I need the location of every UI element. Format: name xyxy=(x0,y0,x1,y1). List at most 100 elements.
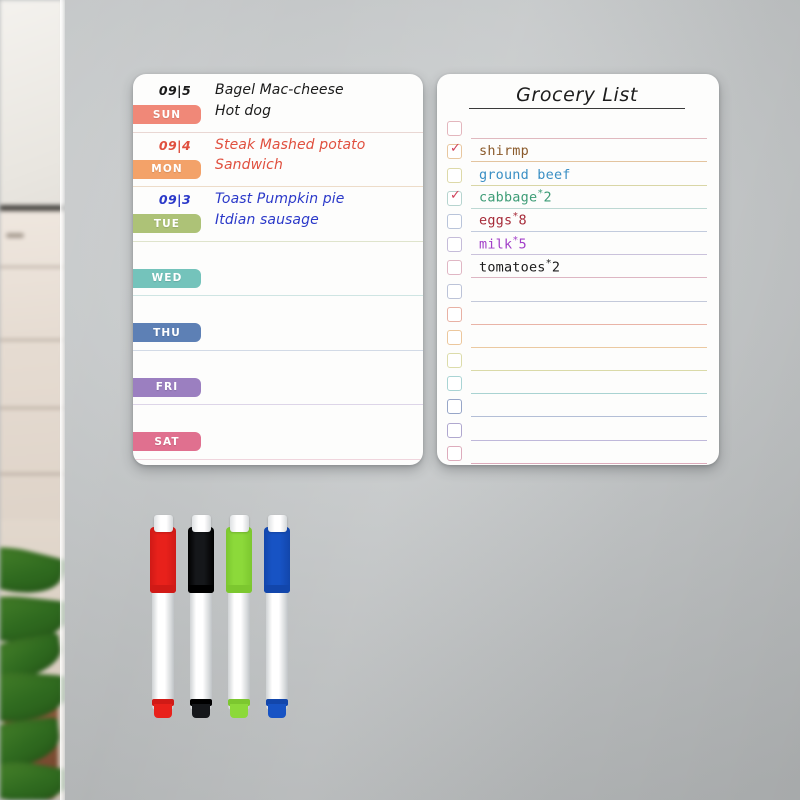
planner-day-row[interactable]: WED xyxy=(133,242,423,296)
marker-cap xyxy=(150,527,176,593)
grocery-list-item[interactable] xyxy=(447,347,707,372)
planner-day-tab-thu: THU xyxy=(133,323,201,342)
grocery-list-item[interactable] xyxy=(447,370,707,395)
grocery-list-item[interactable]: eggs*8 xyxy=(447,209,707,232)
grocery-item-text: eggs*8 xyxy=(479,211,527,229)
grocery-list-item[interactable] xyxy=(447,277,707,302)
grocery-checkbox[interactable] xyxy=(447,376,462,392)
grocery-list-item[interactable] xyxy=(447,416,707,441)
grocery-checkbox[interactable] xyxy=(447,445,462,461)
grocery-list-item[interactable]: ✓ cabbage*2 xyxy=(447,186,707,209)
planner-date-label: 09|4 xyxy=(158,137,192,153)
planner-day-tab-tue: TUE xyxy=(133,214,201,233)
planner-day-row[interactable]: THU xyxy=(133,296,423,351)
grocery-write-line[interactable] xyxy=(471,440,707,464)
check-icon: ✓ xyxy=(450,141,461,157)
grocery-checkbox[interactable] xyxy=(447,306,462,322)
weekly-planner-board[interactable]: 09|5 SUN Bagel Mac-cheese Hot dog 09|4 MON Ste… xyxy=(133,74,423,465)
grocery-checkbox[interactable] xyxy=(447,167,462,183)
grocery-checkbox[interactable] xyxy=(447,260,462,276)
marker-cap-ring xyxy=(150,585,176,593)
grocery-checkbox[interactable] xyxy=(447,121,462,137)
grocery-list-item[interactable] xyxy=(447,325,707,348)
green-marker[interactable] xyxy=(226,513,254,719)
grocery-write-line[interactable]: cabbage*2 xyxy=(471,185,707,209)
grocery-list-board[interactable]: Grocery List ✓ shirmp ground beef ✓ cabbage*… xyxy=(437,74,719,465)
grocery-checkbox[interactable] xyxy=(447,353,462,369)
marker-barrel xyxy=(266,585,288,710)
grocery-inner: Grocery List ✓ shirmp ground beef ✓ cabbage*… xyxy=(437,74,719,465)
planner-day-row[interactable]: 09|5 SUN Bagel Mac-cheese Hot dog xyxy=(133,78,423,133)
grocery-checkbox[interactable]: ✓ xyxy=(447,187,462,206)
grocery-list-item[interactable] xyxy=(447,115,707,140)
marker-barrel xyxy=(190,585,212,710)
grocery-write-line[interactable] xyxy=(471,416,707,441)
grocery-item-text: ground beef xyxy=(479,166,571,183)
grocery-write-line[interactable] xyxy=(471,370,707,395)
grocery-write-line[interactable] xyxy=(471,324,707,348)
marker-eraser-cap xyxy=(192,515,211,532)
room-background xyxy=(0,0,63,800)
planner-day-row[interactable]: FRI xyxy=(133,351,423,405)
grocery-item-text: tomatoes*2 xyxy=(479,257,561,276)
grocery-list-item[interactable] xyxy=(447,441,707,464)
marker-tip xyxy=(268,704,286,718)
planner-row-divider xyxy=(133,458,423,460)
grocery-write-line[interactable]: eggs*8 xyxy=(471,208,707,232)
grocery-write-line[interactable] xyxy=(471,301,707,325)
grocery-write-line[interactable]: shirmp xyxy=(471,138,707,163)
grocery-list-item[interactable]: ground beef xyxy=(447,161,707,186)
red-marker[interactable] xyxy=(150,513,178,719)
check-icon: ✓ xyxy=(450,187,461,203)
marker-cap-ring xyxy=(226,585,252,593)
planner-day-tab-fri: FRI xyxy=(133,377,201,397)
grocery-write-line[interactable]: tomatoes*2 xyxy=(471,254,707,279)
marker-cap-ring xyxy=(264,585,290,593)
grocery-write-line[interactable]: ground beef xyxy=(471,161,707,186)
planner-meal-entries[interactable]: Toast Pumpkin pie Itdian sausage xyxy=(215,189,415,230)
planner-date-label: 09|3 xyxy=(158,192,192,207)
grocery-list-title: Grocery List xyxy=(469,84,685,109)
grocery-checkbox[interactable] xyxy=(447,283,462,299)
planner-meal-line: Hot dog xyxy=(215,102,272,119)
grocery-checkbox[interactable] xyxy=(447,329,462,345)
planner-day-row[interactable]: 09|4 MON Steak Mashed potato Sandwich xyxy=(133,133,423,187)
grocery-write-line[interactable]: milk*5 xyxy=(471,231,707,256)
marker-barrel xyxy=(152,585,174,710)
grocery-write-line[interactable] xyxy=(471,115,707,140)
marker-eraser-cap xyxy=(268,515,287,532)
blue-marker[interactable] xyxy=(264,513,292,719)
grocery-list-item[interactable]: ✓ shirmp xyxy=(447,138,707,163)
black-marker[interactable] xyxy=(188,513,216,719)
planner-day-row[interactable]: SAT xyxy=(133,405,423,460)
marker-eraser-cap xyxy=(230,515,249,532)
marker-tip xyxy=(154,704,172,718)
grocery-write-line[interactable] xyxy=(471,347,707,372)
grocery-checkbox[interactable] xyxy=(447,399,462,415)
planner-meal-entries[interactable]: Steak Mashed potato Sandwich xyxy=(215,135,415,176)
marker-eraser-cap xyxy=(154,515,173,532)
grocery-checkbox[interactable] xyxy=(447,422,462,438)
marker-cap xyxy=(188,527,214,593)
grocery-rows: ✓ shirmp ground beef ✓ cabbage*2 eggs*8 milk*5… xyxy=(447,116,707,464)
planner-meal-entries[interactable]: Bagel Mac-cheese Hot dog xyxy=(215,80,415,121)
grocery-checkbox[interactable] xyxy=(447,237,462,253)
grocery-item-text: milk*5 xyxy=(479,234,527,253)
grocery-list-item[interactable]: tomatoes*2 xyxy=(447,254,707,279)
marker-tip xyxy=(192,704,210,718)
grocery-checkbox[interactable] xyxy=(447,213,462,229)
grocery-write-line[interactable] xyxy=(471,277,707,302)
product-photo-scene: 09|5 SUN Bagel Mac-cheese Hot dog 09|4 MON Ste… xyxy=(0,0,800,800)
grocery-list-item[interactable]: milk*5 xyxy=(447,231,707,256)
planner-meal-line: Bagel Mac-cheese xyxy=(215,82,344,98)
marker-cap-ring xyxy=(188,585,214,593)
grocery-item-text: cabbage*2 xyxy=(479,188,552,206)
grocery-write-line[interactable] xyxy=(471,393,707,418)
grocery-list-item[interactable] xyxy=(447,302,707,325)
marker-tip xyxy=(230,704,248,718)
grocery-checkbox[interactable]: ✓ xyxy=(447,141,462,160)
marker-barrel xyxy=(228,585,250,710)
planner-day-row[interactable]: 09|3 TUE Toast Pumpkin pie Itdian sausage xyxy=(133,187,423,242)
planner-date-label: 09|5 xyxy=(158,83,192,98)
grocery-list-item[interactable] xyxy=(447,393,707,418)
